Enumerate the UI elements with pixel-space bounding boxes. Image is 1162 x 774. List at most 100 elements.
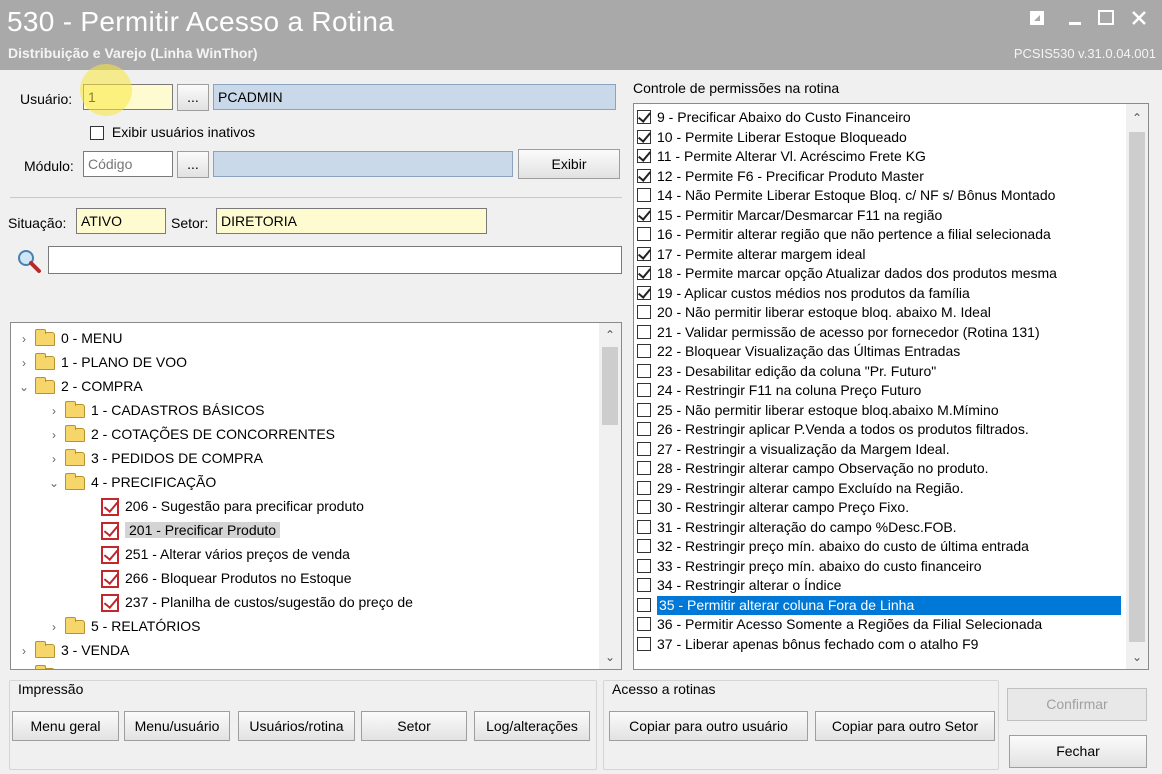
permission-checkbox[interactable]	[637, 168, 651, 183]
permission-item[interactable]: 22 - Bloquear Visualização das Últimas E…	[637, 342, 1123, 362]
chevron-right-icon[interactable]: ›	[47, 447, 61, 471]
tree-node[interactable]: › 3 - PEDIDOS DE COMPRA	[47, 446, 263, 470]
permissions-list[interactable]: ⌃ ⌄ 9 - Precificar Abaixo do Custo Finan…	[633, 103, 1149, 670]
tree-scroll-thumb[interactable]	[602, 347, 618, 425]
permission-item[interactable]: 21 - Validar permissão de acesso por for…	[637, 323, 1123, 343]
permission-item[interactable]: 18 - Permite marcar opção Atualizar dado…	[637, 264, 1123, 284]
routine-checkbox[interactable]	[101, 498, 119, 517]
modulo-code-input[interactable]: Código	[83, 151, 173, 177]
routine-checkbox[interactable]	[101, 570, 119, 589]
permission-checkbox[interactable]	[637, 363, 651, 378]
menu-geral-button[interactable]: Menu geral	[12, 711, 119, 741]
permission-item[interactable]: 27 - Restringir a visualização da Margem…	[637, 440, 1123, 460]
menu-tree[interactable]: ⌃ ⌄ › 0 - MENU › 1 - PLANO DE VOO ⌄ 2 - COMPR…	[10, 322, 622, 670]
permission-checkbox[interactable]	[637, 617, 651, 632]
minimize-icon[interactable]	[1062, 8, 1088, 32]
scroll-down-icon[interactable]: ⌄	[599, 647, 621, 667]
scroll-up-icon[interactable]: ⌃	[1126, 108, 1148, 128]
maximize-icon[interactable]	[1093, 8, 1119, 32]
permission-checkbox[interactable]	[637, 383, 651, 398]
permissions-scrollbar[interactable]: ⌃ ⌄	[1126, 104, 1148, 669]
chevron-right-icon[interactable]: ›	[17, 663, 31, 669]
chevron-right-icon[interactable]: ›	[17, 327, 31, 351]
permission-item[interactable]: 10 - Permite Liberar Estoque Bloqueado	[637, 128, 1123, 148]
usuario-lookup-button[interactable]: ...	[177, 84, 209, 111]
permission-checkbox[interactable]	[637, 500, 651, 515]
permission-checkbox[interactable]	[637, 519, 651, 534]
tree-node[interactable]: › 5 - RELATÓRIOS	[47, 614, 200, 638]
permission-checkbox[interactable]	[637, 558, 651, 573]
restore-icon[interactable]	[1024, 8, 1050, 32]
permission-item[interactable]: 29 - Restringir alterar campo Excluído n…	[637, 479, 1123, 499]
log-alteracoes-button[interactable]: Log/alterações	[474, 711, 590, 741]
tree-node[interactable]: › 4 - CAIXA MOTORISTA	[17, 662, 208, 669]
tree-node[interactable]: 201 - Precificar Produto	[101, 518, 281, 542]
permission-checkbox[interactable]	[637, 188, 651, 203]
permission-checkbox[interactable]	[637, 207, 651, 222]
permission-checkbox[interactable]	[637, 266, 651, 281]
permission-item[interactable]: 37 - Liberar apenas bônus fechado com o …	[637, 635, 1123, 655]
permission-checkbox[interactable]	[637, 305, 651, 320]
permission-checkbox[interactable]	[637, 246, 651, 261]
permission-checkbox[interactable]	[637, 149, 651, 164]
permission-item[interactable]: 16 - Permitir alterar região que não per…	[637, 225, 1123, 245]
scroll-up-icon[interactable]: ⌃	[599, 325, 621, 345]
permissions-scroll-thumb[interactable]	[1129, 132, 1145, 642]
permission-checkbox[interactable]	[637, 285, 651, 300]
permission-item[interactable]: 11 - Permite Alterar Vl. Acréscimo Frete…	[637, 147, 1123, 167]
close-icon[interactable]	[1126, 8, 1152, 32]
search-input[interactable]	[48, 246, 622, 274]
permission-item[interactable]: 30 - Restringir alterar campo Preço Fixo…	[637, 498, 1123, 518]
permission-item[interactable]: 23 - Desabilitar edição da coluna "Pr. F…	[637, 362, 1123, 382]
usuarios-rotina-button[interactable]: Usuários/rotina	[238, 711, 355, 741]
permission-checkbox[interactable]	[637, 480, 651, 495]
menu-usuario-button[interactable]: Menu/usuário	[124, 711, 230, 741]
chevron-down-icon[interactable]: ⌄	[17, 375, 31, 399]
permission-checkbox[interactable]	[637, 461, 651, 476]
tree-node[interactable]: › 1 - CADASTROS BÁSICOS	[47, 398, 264, 422]
copiar-setor-button[interactable]: Copiar para outro Setor	[815, 711, 995, 741]
permission-item[interactable]: 31 - Restringir alteração do campo %Desc…	[637, 518, 1123, 538]
permission-item[interactable]: 26 - Restringir aplicar P.Venda a todos …	[637, 420, 1123, 440]
permission-item[interactable]: 35 - Permitir alterar coluna Fora de Lin…	[637, 595, 1123, 616]
routine-checkbox[interactable]	[101, 594, 119, 613]
chevron-right-icon[interactable]: ›	[47, 423, 61, 447]
permission-checkbox[interactable]	[637, 324, 651, 339]
inativos-checkbox-box[interactable]	[90, 126, 104, 141]
permission-checkbox[interactable]	[637, 129, 651, 144]
search-icon[interactable]	[16, 248, 42, 274]
permission-item[interactable]: 9 - Precificar Abaixo do Custo Financeir…	[637, 108, 1123, 128]
permission-checkbox[interactable]	[637, 344, 651, 359]
confirmar-button[interactable]: Confirmar	[1007, 688, 1147, 721]
permission-checkbox[interactable]	[637, 539, 651, 554]
permission-item[interactable]: 34 - Restringir alterar o Índice	[637, 576, 1123, 596]
chevron-right-icon[interactable]: ›	[47, 399, 61, 423]
setor-button[interactable]: Setor	[361, 711, 467, 741]
permission-checkbox[interactable]	[637, 422, 651, 437]
fechar-button[interactable]: Fechar	[1009, 735, 1147, 768]
permission-item[interactable]: 33 - Restringir preço mín. abaixo do cus…	[637, 557, 1123, 577]
exibir-button[interactable]: Exibir	[518, 149, 620, 179]
scroll-down-icon[interactable]: ⌄	[1126, 647, 1148, 667]
permission-item[interactable]: 25 - Não permitir liberar estoque bloq.a…	[637, 401, 1123, 421]
modulo-lookup-button[interactable]: ...	[177, 151, 209, 178]
permission-checkbox[interactable]	[637, 597, 651, 612]
permission-item[interactable]: 19 - Aplicar custos médios nos produtos …	[637, 284, 1123, 304]
permission-checkbox[interactable]	[637, 227, 651, 242]
permission-item[interactable]: 14 - Não Permite Liberar Estoque Bloq. c…	[637, 186, 1123, 206]
permission-item[interactable]: 24 - Restringir F11 na coluna Preço Futu…	[637, 381, 1123, 401]
tree-node[interactable]: › 3 - VENDA	[17, 638, 129, 662]
permission-item[interactable]: 36 - Permitir Acesso Somente a Regiões d…	[637, 615, 1123, 635]
permission-checkbox[interactable]	[637, 110, 651, 125]
tree-node[interactable]: ⌄ 4 - PRECIFICAÇÃO	[47, 470, 216, 494]
tree-node[interactable]: › 0 - MENU	[17, 326, 122, 350]
permission-checkbox[interactable]	[637, 578, 651, 593]
tree-node[interactable]: › 1 - PLANO DE VOO	[17, 350, 187, 374]
copiar-usuario-button[interactable]: Copiar para outro usuário	[609, 711, 808, 741]
chevron-down-icon[interactable]: ⌄	[47, 471, 61, 495]
inativos-checkbox[interactable]: Exibir usuários inativos	[90, 124, 255, 142]
routine-checkbox[interactable]	[101, 522, 119, 541]
tree-node[interactable]: ⌄ 2 - COMPRA	[17, 374, 143, 398]
tree-node[interactable]: 206 - Sugestão para precificar produto	[101, 494, 364, 518]
permission-checkbox[interactable]	[637, 441, 651, 456]
